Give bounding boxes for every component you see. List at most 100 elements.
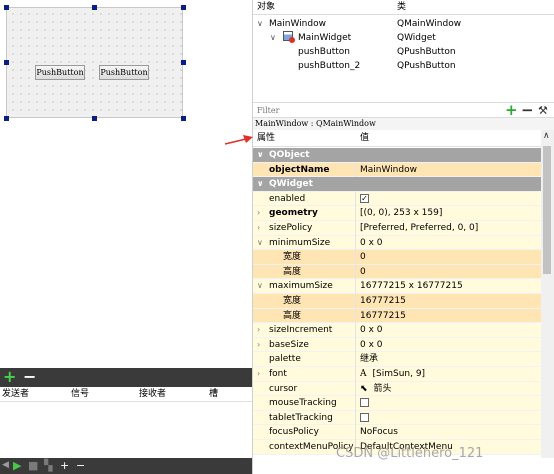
prop-name: objectName bbox=[269, 164, 330, 175]
prop-value[interactable]: 16777215 bbox=[355, 294, 541, 309]
tree-object-name: MainWidget bbox=[298, 33, 352, 43]
column-receiver[interactable]: 接收者 bbox=[139, 388, 166, 400]
prop-value[interactable]: 0 bbox=[355, 250, 541, 265]
column-slot[interactable]: 槽 bbox=[209, 388, 218, 400]
prop-name: font bbox=[269, 369, 287, 379]
prop-value[interactable]: A [SimSun, 9] bbox=[355, 367, 541, 382]
column-class[interactable]: 类 bbox=[397, 1, 406, 13]
prop-row-sizepolicy[interactable]: › sizePolicy [Preferred, Preferred, 0, 0… bbox=[253, 221, 541, 236]
prop-value[interactable]: 0 x 0 bbox=[355, 323, 541, 338]
prop-row-objectname[interactable]: objectName MainWindow bbox=[253, 162, 541, 178]
prop-value[interactable]: [(0, 0), 253 x 159] bbox=[355, 206, 541, 221]
step-icon[interactable]: ▚ bbox=[44, 459, 52, 472]
tree-item-pushbutton[interactable]: pushButton QPushButton bbox=[253, 45, 554, 59]
resize-handle-br[interactable] bbox=[181, 116, 186, 121]
push-button-1[interactable]: PushButton bbox=[35, 65, 85, 80]
collapse-arrow-icon[interactable]: ∨ bbox=[270, 31, 276, 45]
prop-row-tablettracking[interactable]: tabletTracking bbox=[253, 410, 541, 426]
remove-dynamic-property-icon[interactable]: − bbox=[521, 102, 534, 118]
prop-row-mousetracking[interactable]: mouseTracking bbox=[253, 396, 541, 411]
column-property[interactable]: 属性 bbox=[257, 132, 275, 144]
prop-value[interactable]: 16777215 bbox=[355, 308, 541, 324]
signal-slot-list[interactable] bbox=[0, 402, 252, 458]
remove-icon[interactable]: − bbox=[76, 459, 85, 472]
add-icon[interactable]: + bbox=[60, 459, 69, 472]
resize-handle-tl[interactable] bbox=[4, 5, 9, 10]
prop-value[interactable]: ⬉ 箭头 bbox=[355, 381, 541, 397]
prop-row-focuspolicy[interactable]: focusPolicy NoFocus bbox=[253, 425, 541, 440]
prop-name: mouseTracking bbox=[269, 398, 337, 409]
left-arrow-icon[interactable]: ◀ bbox=[2, 459, 9, 472]
prop-row-maximumsize[interactable]: ∨ maximumSize 16777215 x 16777215 bbox=[253, 279, 541, 294]
prop-row-cursor[interactable]: cursor ⬉ 箭头 bbox=[253, 381, 541, 397]
prop-name: cursor bbox=[269, 383, 298, 394]
prop-row-palette[interactable]: palette 继承 bbox=[253, 352, 541, 367]
resize-handle-bl[interactable] bbox=[4, 116, 9, 121]
prop-value[interactable]: MainWindow bbox=[355, 162, 541, 178]
prop-value bbox=[355, 410, 541, 426]
play-icon[interactable]: ▶ bbox=[13, 459, 21, 472]
prop-row-sizeincrement[interactable]: › sizeIncrement 0 x 0 bbox=[253, 323, 541, 338]
prop-name: baseSize bbox=[269, 339, 309, 350]
filter-input[interactable] bbox=[255, 104, 501, 116]
prop-row-min-height[interactable]: 高度 0 bbox=[253, 264, 541, 280]
tree-class-name: QWidget bbox=[397, 33, 436, 43]
prop-value[interactable]: 0 bbox=[355, 264, 541, 280]
column-signal[interactable]: 信号 bbox=[71, 388, 89, 400]
tablettracking-checkbox[interactable] bbox=[360, 412, 369, 422]
add-connection-icon[interactable]: + bbox=[3, 369, 16, 385]
tree-class-name: QPushButton bbox=[397, 47, 456, 57]
prop-name: geometry bbox=[269, 208, 318, 219]
prop-name: 高度 bbox=[283, 310, 302, 321]
collapse-arrow-icon[interactable]: ∨ bbox=[257, 17, 263, 31]
prop-row-enabled[interactable]: enabled ✓ bbox=[253, 191, 541, 207]
prop-value[interactable]: 0 x 0 bbox=[355, 337, 541, 353]
bottom-toolbar: ◀ ▶ ■ ▚ + − bbox=[0, 458, 252, 474]
property-scrollbar[interactable]: ∧ bbox=[541, 130, 554, 458]
stop-icon[interactable]: ■ bbox=[28, 459, 38, 472]
resize-handle-tr[interactable] bbox=[181, 5, 186, 10]
prop-row-minimumsize[interactable]: ∨ minimumSize 0 x 0 bbox=[253, 235, 541, 251]
resize-handle-l[interactable] bbox=[4, 60, 9, 65]
design-canvas[interactable]: PushButton PushButton bbox=[0, 0, 252, 368]
property-header: 属性 值 bbox=[253, 130, 541, 147]
tree-item-pushbutton-2[interactable]: pushButton_2 QPushButton bbox=[253, 59, 554, 73]
prop-row-basesize[interactable]: › baseSize 0 x 0 bbox=[253, 337, 541, 353]
prop-name: enabled bbox=[269, 193, 306, 204]
push-button-2[interactable]: PushButton bbox=[99, 65, 149, 80]
tree-item-mainwidget[interactable]: ∨ MainWidget QWidget bbox=[253, 31, 554, 45]
column-object[interactable]: 对象 bbox=[257, 1, 275, 13]
add-dynamic-property-icon[interactable]: + bbox=[505, 102, 518, 118]
prop-row-geometry[interactable]: › geometry [(0, 0), 253 x 159] bbox=[253, 206, 541, 221]
prop-row-max-width[interactable]: 宽度 16777215 bbox=[253, 294, 541, 309]
section-qwidget[interactable]: ∨ QWidget bbox=[253, 177, 541, 192]
prop-value[interactable]: 继承 bbox=[355, 352, 541, 367]
prop-value[interactable]: NoFocus bbox=[355, 425, 541, 440]
arrow-cursor-icon: ⬉ bbox=[360, 383, 368, 394]
scroll-up-icon[interactable]: ∧ bbox=[543, 131, 550, 141]
tree-item-mainwindow[interactable]: ∨ MainWindow QMainWindow bbox=[253, 17, 554, 31]
red-arrow-annotation bbox=[224, 135, 253, 145]
configure-wrench-icon[interactable]: ⚒ bbox=[538, 103, 548, 119]
prop-row-min-width[interactable]: 宽度 0 bbox=[253, 250, 541, 265]
prop-name: 宽度 bbox=[283, 252, 302, 263]
remove-connection-icon[interactable]: − bbox=[23, 369, 36, 385]
prop-value[interactable]: 16777215 x 16777215 bbox=[355, 279, 541, 294]
resize-handle-t[interactable] bbox=[92, 5, 97, 10]
form-widget[interactable]: PushButton PushButton bbox=[6, 7, 183, 118]
scrollbar-thumb[interactable] bbox=[543, 146, 551, 274]
enabled-checkbox[interactable]: ✓ bbox=[360, 193, 369, 203]
prop-value[interactable]: 0 x 0 bbox=[355, 235, 541, 251]
mousetracking-checkbox[interactable] bbox=[360, 398, 369, 408]
tree-object-name: MainWindow bbox=[269, 19, 326, 29]
resize-handle-b[interactable] bbox=[92, 116, 97, 121]
prop-row-font[interactable]: › font A [SimSun, 9] bbox=[253, 367, 541, 382]
section-label: QObject bbox=[269, 150, 310, 160]
prop-value[interactable]: [Preferred, Preferred, 0, 0] bbox=[355, 221, 541, 236]
prop-row-max-height[interactable]: 高度 16777215 bbox=[253, 308, 541, 324]
resize-handle-r[interactable] bbox=[181, 60, 186, 65]
section-qobject[interactable]: ∨ QObject bbox=[253, 148, 541, 163]
column-value[interactable]: 值 bbox=[360, 132, 369, 144]
prop-name: palette bbox=[269, 354, 301, 365]
column-sender[interactable]: 发送者 bbox=[2, 388, 29, 400]
